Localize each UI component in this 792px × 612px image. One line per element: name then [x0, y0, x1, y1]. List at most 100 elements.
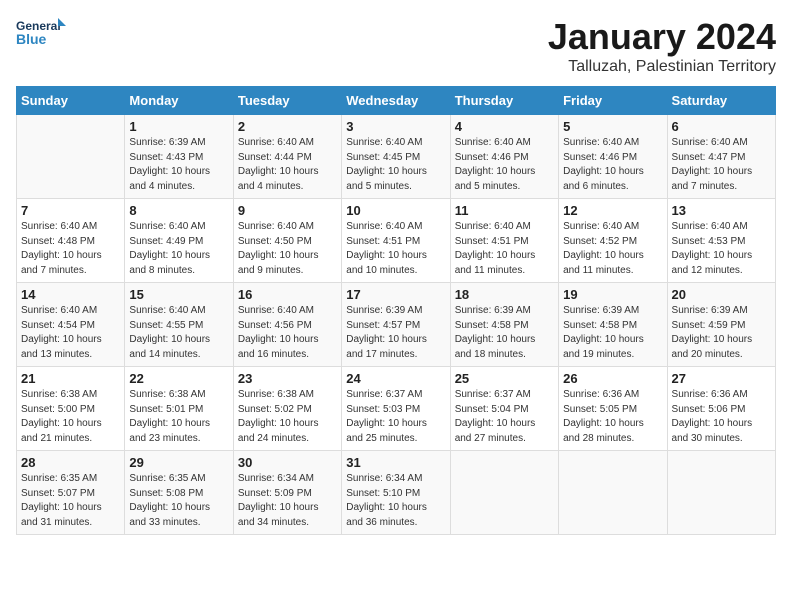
calendar-week-row: 1 Sunrise: 6:39 AMSunset: 4:43 PMDaylight… [17, 115, 776, 199]
day-info: Sunrise: 6:40 AMSunset: 4:53 PMDaylight:… [672, 220, 771, 278]
day-number: 2 [238, 119, 337, 134]
calendar-cell: 26Sunrise: 6:36 AMSunset: 5:05 PMDayligh… [559, 367, 667, 451]
day-number: 10 [346, 203, 445, 218]
day-info: Sunrise: 6:40 AMSunset: 4:49 PMDaylight:… [129, 220, 228, 278]
day-info: Sunrise: 6:40 AMSunset: 4:54 PMDaylight:… [21, 304, 120, 362]
calendar-week-row: 14 Sunrise: 6:40 AMSunset: 4:54 PMDayligh… [17, 283, 776, 367]
calendar-cell: 29Sunrise: 6:35 AMSunset: 5:08 PMDayligh… [125, 451, 233, 535]
calendar-cell: 18 Sunrise: 6:39 AMSunset: 4:58 PMDayligh… [450, 283, 558, 367]
calendar-cell: 31 Sunrise: 6:34 AMSunset: 5:10 PMDayligh… [342, 451, 450, 535]
day-info: Sunrise: 6:38 AMSunset: 5:00 PMDaylight:… [21, 388, 120, 446]
day-info: Sunrise: 6:40 AMSunset: 4:52 PMDaylight:… [563, 220, 662, 278]
day-info: Sunrise: 6:40 AMSunset: 4:48 PMDaylight:… [21, 220, 120, 278]
day-info: Sunrise: 6:37 AMSunset: 5:04 PMDaylight:… [455, 388, 554, 446]
calendar-cell: 24 Sunrise: 6:37 AMSunset: 5:03 PMDayligh… [342, 367, 450, 451]
calendar-cell: 3 Sunrise: 6:40 AMSunset: 4:45 PMDaylight… [342, 115, 450, 199]
col-header-saturday: Saturday [667, 87, 775, 115]
month-title: January 2024 [548, 16, 776, 58]
title-block: January 2024 Talluzah, Palestinian Terri… [548, 16, 776, 76]
calendar-cell: 13 Sunrise: 6:40 AMSunset: 4:53 PMDayligh… [667, 199, 775, 283]
day-number: 18 [455, 287, 554, 302]
day-number: 1 [129, 119, 228, 134]
calendar-cell: 28Sunrise: 6:35 AMSunset: 5:07 PMDayligh… [17, 451, 125, 535]
day-number: 21 [21, 371, 120, 386]
calendar-cell: 7 Sunrise: 6:40 AMSunset: 4:48 PMDaylight… [17, 199, 125, 283]
day-number: 29 [129, 455, 228, 470]
day-number: 17 [346, 287, 445, 302]
day-info: Sunrise: 6:37 AMSunset: 5:03 PMDaylight:… [346, 388, 445, 446]
calendar-table: SundayMondayTuesdayWednesdayThursdayFrid… [16, 86, 776, 535]
calendar-cell: 25 Sunrise: 6:37 AMSunset: 5:04 PMDayligh… [450, 367, 558, 451]
svg-text:Blue: Blue [16, 31, 47, 47]
day-info: Sunrise: 6:39 AMSunset: 4:58 PMDaylight:… [563, 304, 662, 362]
calendar-week-row: 28Sunrise: 6:35 AMSunset: 5:07 PMDayligh… [17, 451, 776, 535]
calendar-cell: 21 Sunrise: 6:38 AMSunset: 5:00 PMDayligh… [17, 367, 125, 451]
day-info: Sunrise: 6:36 AMSunset: 5:05 PMDaylight:… [563, 388, 662, 446]
day-number: 30 [238, 455, 337, 470]
day-info: Sunrise: 6:39 AMSunset: 4:58 PMDaylight:… [455, 304, 554, 362]
calendar-cell: 8 Sunrise: 6:40 AMSunset: 4:49 PMDaylight… [125, 199, 233, 283]
day-info: Sunrise: 6:38 AMSunset: 5:01 PMDaylight:… [129, 388, 228, 446]
calendar-cell: 20Sunrise: 6:39 AMSunset: 4:59 PMDayligh… [667, 283, 775, 367]
logo: General Blue [16, 16, 66, 52]
day-info: Sunrise: 6:40 AMSunset: 4:46 PMDaylight:… [563, 136, 662, 194]
page-header: General Blue January 2024 Talluzah, Pale… [16, 16, 776, 76]
calendar-cell: 6Sunrise: 6:40 AMSunset: 4:47 PMDaylight… [667, 115, 775, 199]
day-info: Sunrise: 6:38 AMSunset: 5:02 PMDaylight:… [238, 388, 337, 446]
calendar-cell [667, 451, 775, 535]
day-info: Sunrise: 6:40 AMSunset: 4:51 PMDaylight:… [455, 220, 554, 278]
day-info: Sunrise: 6:34 AMSunset: 5:09 PMDaylight:… [238, 472, 337, 530]
day-number: 16 [238, 287, 337, 302]
day-number: 22 [129, 371, 228, 386]
calendar-cell: 11Sunrise: 6:40 AMSunset: 4:51 PMDayligh… [450, 199, 558, 283]
day-number: 7 [21, 203, 120, 218]
calendar-cell: 10 Sunrise: 6:40 AMSunset: 4:51 PMDayligh… [342, 199, 450, 283]
calendar-cell [17, 115, 125, 199]
day-info: Sunrise: 6:40 AMSunset: 4:50 PMDaylight:… [238, 220, 337, 278]
calendar-cell: 15Sunrise: 6:40 AMSunset: 4:55 PMDayligh… [125, 283, 233, 367]
day-number: 3 [346, 119, 445, 134]
day-info: Sunrise: 6:39 AMSunset: 4:43 PMDaylight:… [129, 136, 228, 194]
day-number: 20 [672, 287, 771, 302]
calendar-week-row: 21 Sunrise: 6:38 AMSunset: 5:00 PMDayligh… [17, 367, 776, 451]
day-number: 6 [672, 119, 771, 134]
day-info: Sunrise: 6:40 AMSunset: 4:56 PMDaylight:… [238, 304, 337, 362]
day-number: 8 [129, 203, 228, 218]
day-number: 27 [672, 371, 771, 386]
day-info: Sunrise: 6:40 AMSunset: 4:46 PMDaylight:… [455, 136, 554, 194]
day-info: Sunrise: 6:40 AMSunset: 4:44 PMDaylight:… [238, 136, 337, 194]
day-number: 13 [672, 203, 771, 218]
day-number: 4 [455, 119, 554, 134]
day-number: 25 [455, 371, 554, 386]
calendar-cell: 27 Sunrise: 6:36 AMSunset: 5:06 PMDayligh… [667, 367, 775, 451]
calendar-cell: 22 Sunrise: 6:38 AMSunset: 5:01 PMDayligh… [125, 367, 233, 451]
col-header-wednesday: Wednesday [342, 87, 450, 115]
col-header-monday: Monday [125, 87, 233, 115]
day-number: 31 [346, 455, 445, 470]
calendar-cell: 19 Sunrise: 6:39 AMSunset: 4:58 PMDayligh… [559, 283, 667, 367]
calendar-cell: 12 Sunrise: 6:40 AMSunset: 4:52 PMDayligh… [559, 199, 667, 283]
day-number: 19 [563, 287, 662, 302]
calendar-week-row: 7 Sunrise: 6:40 AMSunset: 4:48 PMDaylight… [17, 199, 776, 283]
calendar-cell: 23 Sunrise: 6:38 AMSunset: 5:02 PMDayligh… [233, 367, 341, 451]
day-info: Sunrise: 6:34 AMSunset: 5:10 PMDaylight:… [346, 472, 445, 530]
day-info: Sunrise: 6:40 AMSunset: 4:45 PMDaylight:… [346, 136, 445, 194]
calendar-cell [450, 451, 558, 535]
calendar-cell: 1 Sunrise: 6:39 AMSunset: 4:43 PMDaylight… [125, 115, 233, 199]
day-number: 9 [238, 203, 337, 218]
day-number: 15 [129, 287, 228, 302]
calendar-cell: 16 Sunrise: 6:40 AMSunset: 4:56 PMDayligh… [233, 283, 341, 367]
day-number: 23 [238, 371, 337, 386]
col-header-thursday: Thursday [450, 87, 558, 115]
calendar-cell: 2 Sunrise: 6:40 AMSunset: 4:44 PMDaylight… [233, 115, 341, 199]
day-info: Sunrise: 6:40 AMSunset: 4:51 PMDaylight:… [346, 220, 445, 278]
calendar-cell: 17Sunrise: 6:39 AMSunset: 4:57 PMDayligh… [342, 283, 450, 367]
calendar-cell: 9 Sunrise: 6:40 AMSunset: 4:50 PMDaylight… [233, 199, 341, 283]
day-number: 12 [563, 203, 662, 218]
col-header-sunday: Sunday [17, 87, 125, 115]
day-number: 5 [563, 119, 662, 134]
day-info: Sunrise: 6:36 AMSunset: 5:06 PMDaylight:… [672, 388, 771, 446]
day-info: Sunrise: 6:35 AMSunset: 5:07 PMDaylight:… [21, 472, 120, 530]
day-number: 14 [21, 287, 120, 302]
day-number: 24 [346, 371, 445, 386]
